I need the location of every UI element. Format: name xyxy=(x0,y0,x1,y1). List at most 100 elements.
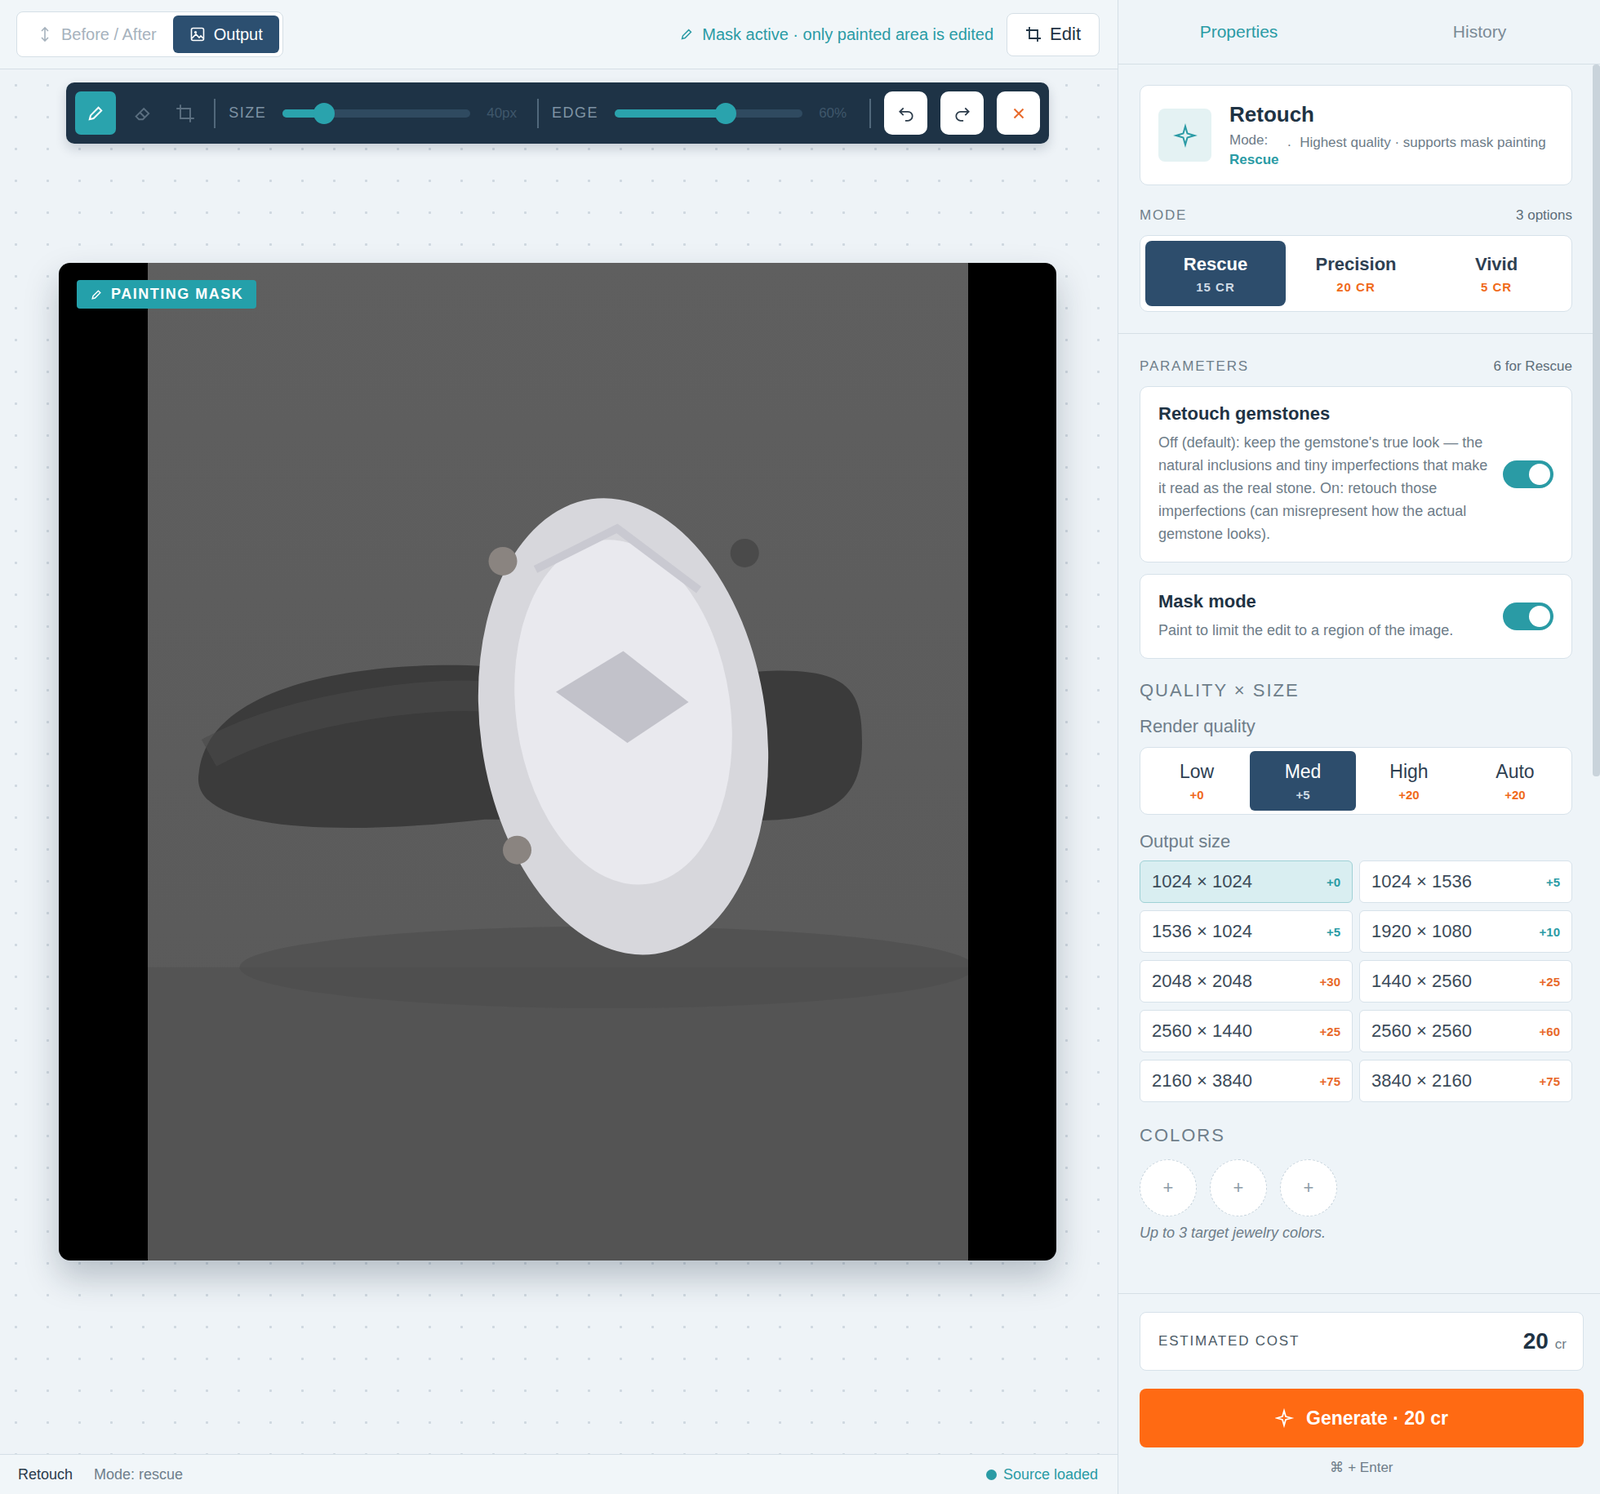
mode-option[interactable]: Rescue15 CR xyxy=(1145,240,1286,307)
view-toggle-label: Output xyxy=(213,25,263,45)
image-icon xyxy=(189,26,206,43)
toggle-switch[interactable] xyxy=(1502,460,1554,489)
slider-group: SIZE40px xyxy=(228,104,525,122)
parameter-description: Off (default): keep the gemstone's true … xyxy=(1158,431,1489,546)
mode-option[interactable]: Vivid5 CR xyxy=(1426,240,1567,307)
slider-value: 60% xyxy=(818,105,857,122)
tool-title: Retouch xyxy=(1229,102,1547,128)
size-option[interactable]: 3840 × 2160+75 xyxy=(1359,1059,1573,1103)
quality-option[interactable]: Low+0 xyxy=(1143,751,1250,811)
quality-option[interactable]: Med+5 xyxy=(1249,751,1356,811)
view-toggle-option[interactable]: Output xyxy=(173,15,280,54)
color-slot[interactable]: + xyxy=(1209,1159,1267,1217)
size-option[interactable]: 2048 × 2048+30 xyxy=(1139,960,1353,1003)
view-toggle-label: Before / After xyxy=(61,25,157,45)
scrollbar[interactable] xyxy=(1592,64,1600,1294)
slider[interactable] xyxy=(282,109,471,118)
tool-separator: · xyxy=(1286,132,1292,154)
color-slots: +++ xyxy=(1139,1159,1573,1217)
mode-header: MODE3 options xyxy=(1139,207,1573,224)
redo-icon xyxy=(953,104,972,123)
parameters-header: PARAMETERS6 for Rescue xyxy=(1139,358,1573,375)
sparkle-icon xyxy=(1275,1408,1295,1428)
output-size-label: Output size xyxy=(1139,831,1573,853)
edit-button[interactable]: Edit xyxy=(1006,13,1100,57)
quality-option[interactable]: High+20 xyxy=(1355,751,1463,811)
slider-knob[interactable] xyxy=(715,102,737,125)
slider-knob[interactable] xyxy=(313,102,335,125)
top-bar: Before / After Output Mask active · only p… xyxy=(0,0,1118,70)
panel-tab[interactable]: Properties xyxy=(1118,0,1360,64)
parameter-card: Mask modePaint to limit the edit to a re… xyxy=(1139,573,1573,659)
status-right: Source loaded xyxy=(986,1466,1098,1484)
status-bar: RetouchMode: rescueSource loaded xyxy=(0,1453,1118,1494)
mode-option[interactable]: Precision20 CR xyxy=(1285,240,1427,307)
brush-icon xyxy=(85,103,106,124)
toggle-switch[interactable] xyxy=(1502,602,1554,631)
size-option[interactable]: 1440 × 2560+25 xyxy=(1359,960,1573,1003)
quality-size-heading: QUALITY × SIZE xyxy=(1139,680,1573,702)
size-option[interactable]: 1024 × 1536+5 xyxy=(1359,860,1573,903)
tool-description: Highest quality · supports mask painting xyxy=(1299,132,1546,154)
image-frame[interactable]: PAINTING MASK xyxy=(58,262,1057,1261)
parameter-description: Paint to limit the edit to a region of t… xyxy=(1158,618,1489,642)
photo xyxy=(147,262,969,1261)
slider-label: SIZE xyxy=(228,104,267,122)
scrollbar-thumb[interactable] xyxy=(1592,64,1600,777)
tool-button[interactable] xyxy=(75,91,116,135)
shortcut-hint: ⌘ + Enter xyxy=(1139,1458,1584,1476)
colors-heading: COLORS xyxy=(1139,1124,1573,1147)
mask-toolbar: SIZE40px EDGE 60% xyxy=(66,82,1049,144)
quality-option[interactable]: Auto+20 xyxy=(1462,751,1569,811)
slider-label: EDGE xyxy=(551,104,599,122)
slider-group: EDGE 60% xyxy=(551,104,857,122)
view-toggle-option[interactable]: Before / After xyxy=(20,15,174,54)
tool-button[interactable] xyxy=(169,91,201,135)
toolbar-separator xyxy=(537,98,539,129)
slider[interactable] xyxy=(614,109,803,118)
undo-button[interactable] xyxy=(884,91,928,135)
undo-icon xyxy=(897,104,916,123)
render-quality-label: Render quality xyxy=(1139,715,1573,738)
status-dot xyxy=(986,1469,997,1480)
close-button[interactable] xyxy=(996,91,1040,135)
divider xyxy=(1118,333,1600,334)
colors-hint: Up to 3 target jewelry colors. xyxy=(1139,1224,1573,1242)
redo-button[interactable] xyxy=(940,91,984,135)
main-area: Before / After Output Mask active · only p… xyxy=(0,0,1118,1494)
size-option[interactable]: 2560 × 2560+60 xyxy=(1359,1009,1573,1053)
size-option[interactable]: 1536 × 1024+5 xyxy=(1139,910,1353,953)
tool-card-body: Retouch Mode:Rescue·Highest quality · sup… xyxy=(1229,102,1547,169)
status-mode: Mode: rescue xyxy=(93,1466,183,1484)
panel-footer: ESTIMATED COST20crGenerate · 20 cr⌘ + En… xyxy=(1118,1293,1600,1494)
toolbar-separator xyxy=(869,98,872,129)
size-option[interactable]: 2560 × 1440+25 xyxy=(1139,1009,1353,1053)
tool-icon-box xyxy=(1158,108,1212,162)
toggle-knob xyxy=(1528,605,1551,627)
parameter-text: Retouch gemstones Off (default): keep the… xyxy=(1158,403,1489,546)
compare-icon xyxy=(36,26,54,43)
tool-meta: Mode:Rescue·Highest quality · supports m… xyxy=(1229,132,1547,169)
size-option[interactable]: 1920 × 1080+10 xyxy=(1359,910,1573,953)
close-icon xyxy=(1009,104,1028,123)
parameter-title: Retouch gemstones xyxy=(1158,403,1489,425)
generate-button[interactable]: Generate · 20 cr xyxy=(1139,1388,1584,1448)
render-quality-selector: Low+0Med+5High+20Auto+20 xyxy=(1139,746,1573,815)
size-option[interactable]: 2160 × 3840+75 xyxy=(1139,1059,1353,1103)
color-slot[interactable]: + xyxy=(1280,1159,1338,1217)
mask-notice: Mask active · only painted area is edite… xyxy=(679,25,994,45)
editor-app: Before / After Output Mask active · only p… xyxy=(0,0,1600,1494)
panel-tab[interactable]: History xyxy=(1359,0,1600,64)
view-toggle: Before / After Output xyxy=(16,11,284,58)
size-option[interactable]: 1024 × 1024+0 xyxy=(1139,860,1353,903)
eraser-icon xyxy=(133,103,153,124)
color-slot[interactable]: + xyxy=(1139,1159,1197,1217)
toggle-knob xyxy=(1528,463,1551,485)
toolbar-separator xyxy=(213,98,216,129)
tool-button[interactable] xyxy=(127,91,159,135)
tool-card: Retouch Mode:Rescue·Highest quality · sup… xyxy=(1139,84,1573,186)
painting-mask-badge: PAINTING MASK xyxy=(76,280,257,309)
toolbar-actions xyxy=(884,91,1040,135)
parameter-card: Retouch gemstones Off (default): keep the… xyxy=(1139,386,1573,563)
canvas: SIZE40px EDGE 60% PAINTING MASK xyxy=(0,69,1118,1454)
